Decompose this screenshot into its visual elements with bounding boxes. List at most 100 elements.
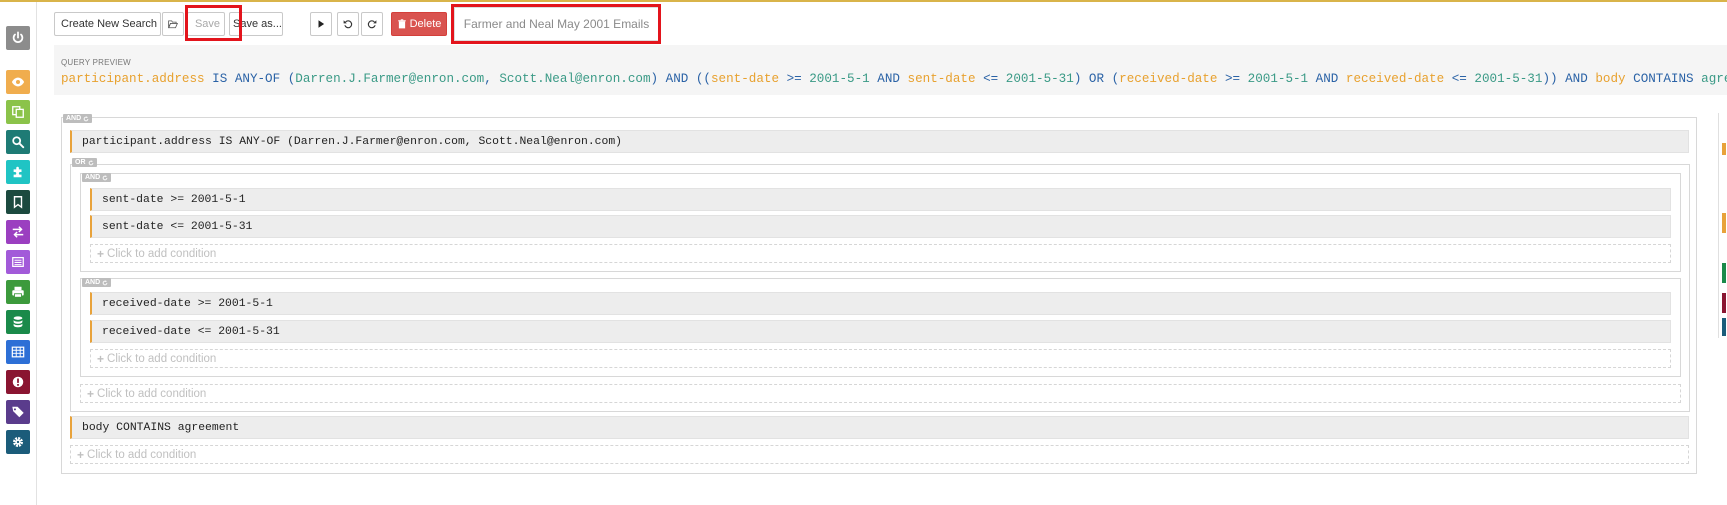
run-button[interactable] bbox=[310, 12, 332, 36]
qp-field: received-date bbox=[1345, 72, 1445, 86]
copy-icon[interactable] bbox=[6, 100, 30, 124]
refresh-icon bbox=[102, 174, 108, 180]
delete-label: Delete bbox=[409, 18, 442, 30]
panel-marker bbox=[1722, 263, 1726, 283]
list-icon[interactable] bbox=[6, 250, 30, 274]
search-icon[interactable] bbox=[6, 130, 30, 154]
qp-op: IS ANY-OF ( bbox=[204, 72, 296, 86]
qp-field: received-date bbox=[1119, 72, 1218, 86]
add-condition-received[interactable]: + Click to add condition bbox=[90, 349, 1671, 368]
redo-button[interactable] bbox=[361, 12, 383, 36]
query-preview-label: QUERY PREVIEW bbox=[61, 58, 131, 67]
table-icon[interactable] bbox=[6, 340, 30, 364]
query-preview-text: participant.address IS ANY-OF (Darren.J.… bbox=[61, 72, 1727, 86]
qp-op: ) OR ( bbox=[1073, 72, 1120, 86]
participant-condition[interactable]: participant.address IS ANY-OF (Darren.J.… bbox=[70, 130, 1689, 153]
participant-condition-text: participant.address IS ANY-OF (Darren.J.… bbox=[82, 135, 623, 148]
qp-op: >= bbox=[779, 72, 810, 86]
sent-date-start-condition[interactable]: sent-date >= 2001-5-1 bbox=[90, 188, 1671, 211]
add-condition-or[interactable]: + Click to add condition bbox=[80, 384, 1681, 403]
received-date-start-text: received-date >= 2001-5-1 bbox=[102, 297, 273, 310]
top-accent-line bbox=[0, 0, 1727, 2]
refresh-icon bbox=[102, 279, 108, 285]
sent-and-operator-label: AND bbox=[85, 174, 101, 181]
qp-op: >= bbox=[1217, 72, 1248, 86]
undo-icon bbox=[343, 20, 353, 29]
qp-sep: , bbox=[484, 72, 500, 86]
sent-and-operator-badge[interactable]: AND bbox=[82, 173, 112, 182]
tags-icon[interactable] bbox=[6, 400, 30, 424]
qp-op: AND bbox=[1308, 72, 1346, 86]
play-icon bbox=[318, 20, 325, 28]
qp-op: <= bbox=[975, 72, 1006, 86]
qp-op: AND bbox=[869, 72, 908, 86]
panel-marker bbox=[1722, 213, 1726, 233]
create-new-search-label: Create New Search bbox=[61, 18, 157, 30]
plus-icon: + bbox=[87, 386, 95, 401]
body-condition-text: body CONTAINS agreement bbox=[82, 421, 240, 434]
qp-field: body bbox=[1595, 72, 1626, 86]
undo-button[interactable] bbox=[337, 12, 359, 36]
qp-value: 2001-5-1 bbox=[809, 72, 870, 86]
qp-value: Darren.J.Farmer@enron.com bbox=[295, 72, 485, 86]
gear-icon[interactable] bbox=[6, 430, 30, 454]
folder-open-icon bbox=[168, 20, 178, 29]
panel-marker bbox=[1722, 143, 1726, 155]
received-and-operator-badge[interactable]: AND bbox=[82, 278, 112, 287]
add-condition-label: Click to add condition bbox=[87, 448, 197, 461]
sent-date-end-text: sent-date <= 2001-5-31 bbox=[102, 220, 253, 233]
print-icon[interactable] bbox=[6, 280, 30, 304]
qp-value: Scott.Neal@enron.com bbox=[499, 72, 651, 86]
exchange-icon[interactable] bbox=[6, 220, 30, 244]
puzzle-icon[interactable] bbox=[6, 160, 30, 184]
power-icon[interactable] bbox=[6, 26, 30, 50]
sent-date-end-condition[interactable]: sent-date <= 2001-5-31 bbox=[90, 215, 1671, 238]
plus-icon: + bbox=[97, 246, 105, 261]
received-date-end-text: received-date <= 2001-5-31 bbox=[102, 325, 280, 338]
qp-op: <= bbox=[1444, 72, 1475, 86]
save-highlight-box bbox=[185, 5, 242, 41]
bookmark-icon[interactable] bbox=[6, 190, 30, 214]
eye-icon[interactable] bbox=[6, 70, 30, 94]
query-preview: QUERY PREVIEW participant.address IS ANY… bbox=[54, 45, 1727, 95]
root-operator-badge[interactable]: AND bbox=[63, 114, 93, 123]
database-icon[interactable] bbox=[6, 310, 30, 334]
qp-value: agreement bbox=[1701, 72, 1727, 86]
delete-button[interactable]: Delete bbox=[391, 12, 447, 36]
alert-icon[interactable] bbox=[6, 370, 30, 394]
refresh-icon bbox=[88, 159, 93, 165]
body-condition[interactable]: body CONTAINS agreement bbox=[70, 416, 1689, 439]
or-operator-badge[interactable]: OR bbox=[72, 158, 97, 167]
add-condition-label: Click to add condition bbox=[107, 247, 217, 260]
qp-value: 2001-5-31 bbox=[1005, 72, 1074, 86]
qp-op: ) AND (( bbox=[650, 72, 711, 86]
qp-op: )) AND bbox=[1542, 72, 1596, 86]
or-operator-label: OR bbox=[75, 159, 86, 166]
right-side-panel bbox=[1718, 113, 1727, 338]
panel-marker bbox=[1722, 293, 1726, 313]
plus-icon: + bbox=[97, 351, 105, 366]
panel-marker bbox=[1722, 318, 1726, 336]
received-and-operator-label: AND bbox=[85, 279, 101, 286]
qp-field: sent-date bbox=[710, 72, 780, 86]
root-operator-label: AND bbox=[66, 115, 82, 122]
add-condition-label: Click to add condition bbox=[97, 387, 207, 400]
received-date-start-condition[interactable]: received-date >= 2001-5-1 bbox=[90, 292, 1671, 315]
plus-icon: + bbox=[77, 447, 85, 462]
sidebar-divider bbox=[36, 2, 37, 505]
trash-icon bbox=[397, 19, 406, 29]
qp-field: participant.address bbox=[61, 72, 205, 86]
refresh-icon bbox=[83, 115, 89, 121]
qp-field: sent-date bbox=[907, 72, 976, 86]
create-new-search-button[interactable]: Create New Search bbox=[54, 12, 161, 36]
add-condition-label: Click to add condition bbox=[107, 352, 217, 365]
received-date-end-condition[interactable]: received-date <= 2001-5-31 bbox=[90, 320, 1671, 343]
qp-value: 2001-5-1 bbox=[1247, 72, 1309, 86]
qp-op: CONTAINS bbox=[1625, 72, 1702, 86]
sent-date-start-text: sent-date >= 2001-5-1 bbox=[102, 193, 246, 206]
add-condition-sent[interactable]: + Click to add condition bbox=[90, 244, 1671, 263]
redo-icon bbox=[367, 20, 377, 29]
add-condition-root[interactable]: + Click to add condition bbox=[70, 445, 1689, 464]
title-highlight-box bbox=[451, 4, 661, 44]
open-search-button[interactable] bbox=[162, 12, 184, 36]
